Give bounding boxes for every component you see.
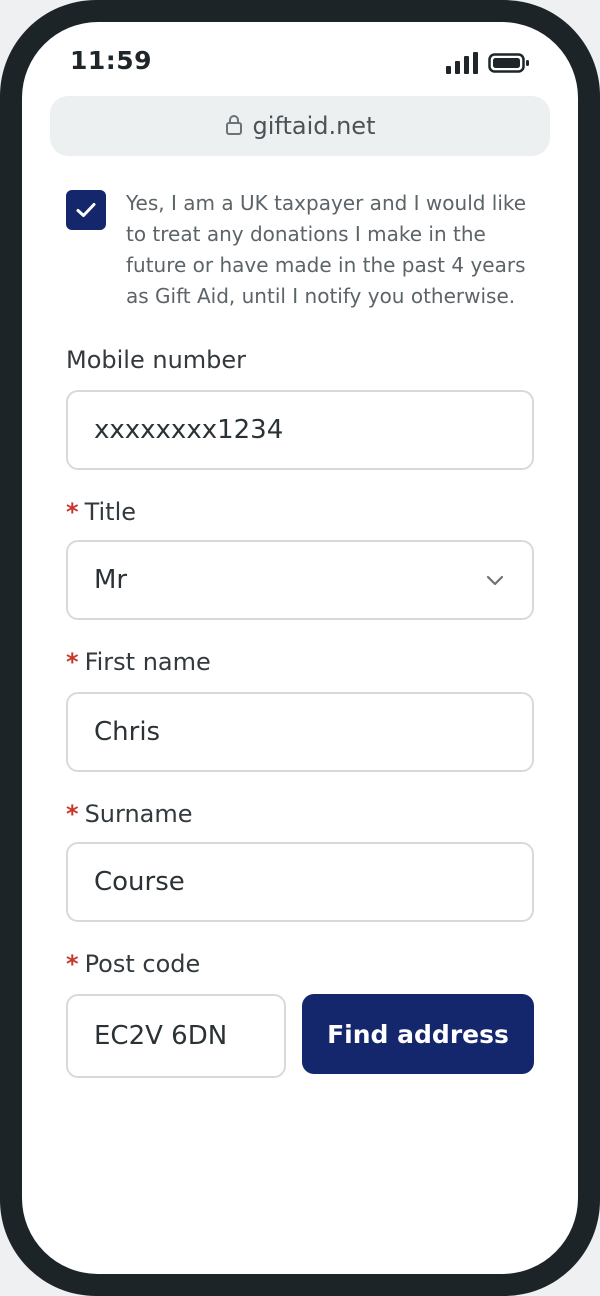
- checkmark-icon: [76, 203, 96, 217]
- first-name-label: * First name: [66, 648, 211, 676]
- required-marker: *: [66, 648, 79, 676]
- phone-frame: 11:59 giftaid.net Yes, I am a UK taxpaye…: [0, 0, 600, 1296]
- status-bar: 11:59: [22, 22, 578, 96]
- surname-label-text: Surname: [84, 800, 193, 828]
- mobile-number-label: Mobile number: [66, 346, 246, 374]
- surname-field[interactable]: Course: [66, 842, 534, 922]
- chevron-down-icon: [486, 575, 504, 586]
- postcode-label: * Post code: [66, 950, 200, 978]
- first-name-label-text: First name: [84, 648, 211, 676]
- first-name-value: Chris: [94, 717, 161, 747]
- surname-label: * Surname: [66, 800, 193, 828]
- battery-icon: [488, 53, 529, 73]
- gift-aid-checkbox[interactable]: [66, 190, 106, 230]
- surname-value: Course: [94, 867, 185, 897]
- postcode-label-text: Post code: [84, 950, 201, 978]
- required-marker: *: [66, 950, 79, 978]
- gift-aid-consent-text: Yes, I am a UK taxpayer and I would like…: [126, 191, 527, 308]
- title-select-value: Mr: [94, 565, 128, 595]
- required-marker: *: [66, 800, 79, 828]
- status-time: 11:59: [70, 46, 153, 75]
- title-select[interactable]: Mr: [66, 540, 534, 620]
- first-name-field[interactable]: Chris: [66, 692, 534, 772]
- mobile-number-field[interactable]: xxxxxxxx1234: [66, 390, 534, 470]
- lock-icon: [225, 115, 242, 135]
- mobile-number-label-text: Mobile number: [66, 346, 247, 374]
- cellular-signal-icon: [446, 52, 478, 74]
- required-marker: *: [66, 498, 79, 526]
- find-address-button[interactable]: Find address: [302, 994, 534, 1074]
- postcode-value: EC2V 6DN: [94, 1021, 228, 1051]
- url-text: giftaid.net: [252, 112, 376, 140]
- phone-screen: 11:59 giftaid.net Yes, I am a UK taxpaye…: [22, 22, 578, 1274]
- postcode-field[interactable]: EC2V 6DN: [66, 994, 286, 1078]
- title-label: * Title: [66, 498, 136, 526]
- title-label-text: Title: [84, 498, 136, 526]
- mobile-number-value: xxxxxxxx1234: [94, 415, 284, 445]
- browser-address-bar[interactable]: giftaid.net: [50, 96, 550, 156]
